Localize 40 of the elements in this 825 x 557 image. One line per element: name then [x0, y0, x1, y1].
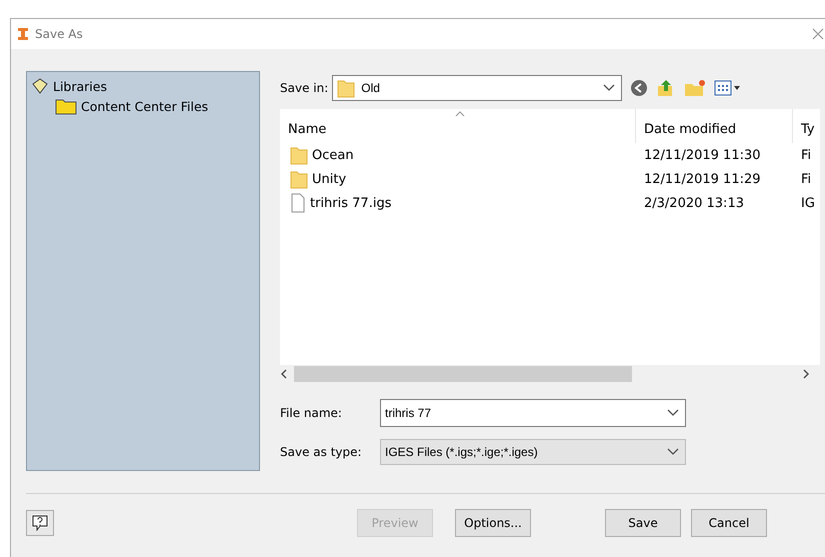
save-in-dropdown[interactable]: Old: [332, 75, 622, 101]
table-cell: Fi: [801, 148, 812, 162]
tree-item[interactable]: Content Center Files: [81, 98, 208, 114]
folder-icon: [337, 78, 356, 98]
table-cell: IG: [801, 196, 815, 210]
file-name-label: File name:: [280, 406, 343, 420]
back-icon[interactable]: [630, 79, 648, 97]
scroll-left-icon[interactable]: [280, 369, 288, 379]
table-cell: Fi: [801, 172, 812, 186]
close-icon[interactable]: [812, 28, 824, 40]
folder-icon: [290, 145, 308, 165]
file-name-field[interactable]: trihris 77: [380, 399, 686, 427]
library-icon: [31, 77, 49, 95]
scroll-right-icon[interactable]: [802, 369, 810, 379]
tree-item[interactable]: Libraries: [53, 78, 107, 94]
folder-icon: [55, 97, 77, 115]
column-header[interactable]: Name: [280, 109, 636, 143]
save-in-label: Save in:: [280, 81, 328, 95]
save-as-type-dropdown[interactable]: IGES Files (*.igs;*.ige;*.iges): [380, 439, 686, 465]
table-cell: 12/11/2019 11:30: [644, 148, 761, 162]
help-button[interactable]: [26, 510, 54, 536]
file-name[interactable]: trihris 77.igs: [310, 196, 392, 210]
cancel-button[interactable]: Cancel: [691, 509, 767, 537]
column-header[interactable]: Date modified: [636, 109, 793, 143]
table-cell: 12/11/2019 11:29: [644, 172, 761, 186]
file-name[interactable]: Ocean: [312, 148, 354, 162]
save-button[interactable]: Save: [605, 509, 681, 537]
folder-icon: [290, 169, 308, 189]
column-header[interactable]: Ty: [793, 109, 823, 143]
file-name[interactable]: Unity: [312, 172, 346, 186]
scrollbar-thumb[interactable]: [294, 366, 632, 382]
view-menu-icon[interactable]: [714, 80, 742, 96]
options-button[interactable]: Options...: [455, 509, 531, 537]
file-icon: [290, 193, 306, 213]
save-as-type-label: Save as type:: [280, 445, 363, 459]
window-title: Save As: [35, 27, 83, 41]
new-folder-icon[interactable]: [684, 79, 706, 97]
help-icon: [32, 515, 48, 531]
table-cell: 2/3/2020 13:13: [644, 196, 744, 210]
app-icon: [17, 27, 29, 41]
